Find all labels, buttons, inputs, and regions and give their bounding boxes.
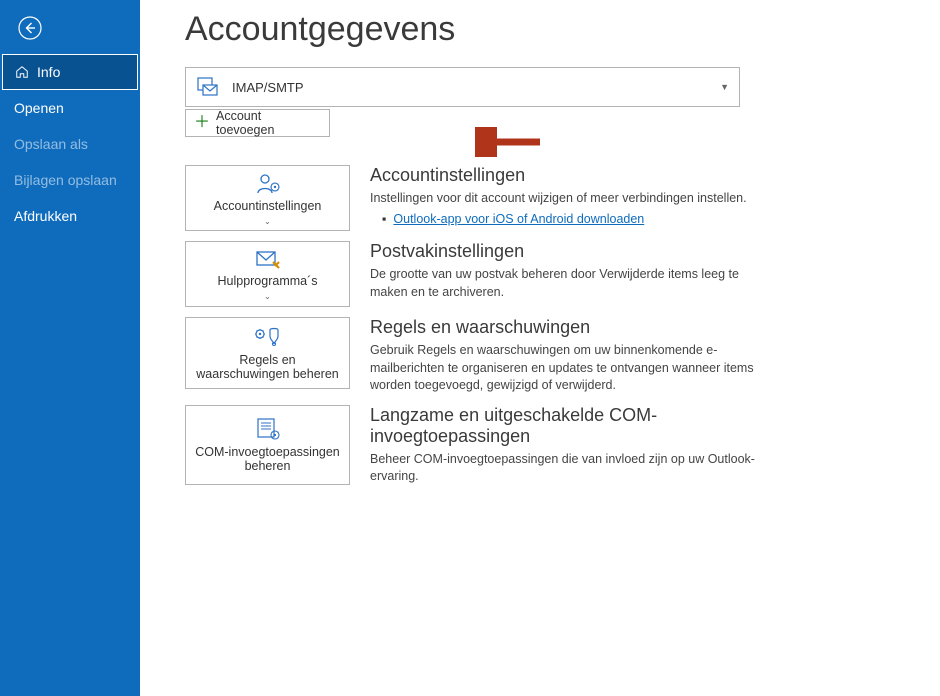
add-account-label: Account toevoegen [216,109,321,137]
mailbox-settings-desc: De grootte van uw postvak beheren door V… [370,266,755,301]
com-addins-card-label: COM-invoegtoepassingen beheren [192,445,343,473]
account-settings-desc: Instellingen voor dit account wijzigen o… [370,190,755,208]
annotation-arrow-icon [475,127,545,157]
mailbox-tools-card[interactable]: Hulpprogramma´s ⌄ [185,241,350,307]
chevron-down-icon: ▼ [720,82,729,92]
rules-card-label: Regels en waarschuwingen beheren [192,353,343,381]
rules-icon [254,325,282,349]
account-dropdown[interactable]: IMAP/SMTP ▼ [185,67,740,107]
rules-card[interactable]: Regels en waarschuwingen beheren [185,317,350,389]
nav-save-attachments-label: Bijlagen opslaan [14,172,117,188]
account-settings-card[interactable]: Accountinstellingen ⌄ [185,165,350,231]
section-body: Regels en waarschuwingen Gebruik Regels … [370,317,755,395]
account-protocol-label: IMAP/SMTP [232,80,304,95]
com-addins-title: Langzame en uitgeschakelde COM-invoegtoe… [370,405,755,447]
com-addins-card[interactable]: COM-invoegtoepassingen beheren [185,405,350,485]
nav-save-as-label: Opslaan als [14,136,88,152]
page-title: Accountgegevens [185,10,940,49]
chevron-down-icon: ⌄ [264,217,271,226]
nav-save-attachments: Bijlagen opslaan [0,162,140,198]
home-icon [15,65,29,79]
account-settings-card-label: Accountinstellingen [214,199,322,213]
rules-title: Regels en waarschuwingen [370,317,755,338]
account-settings-icon [255,171,281,195]
sidebar: Info Openen Opslaan als Bijlagen opslaan… [0,0,140,696]
plus-icon: ＋ [194,115,210,131]
nav-open[interactable]: Openen [0,90,140,126]
section-body: Accountinstellingen Instellingen voor di… [370,165,755,231]
nav-info[interactable]: Info [2,54,138,90]
mailbox-tools-icon [255,248,281,270]
section-mailbox-settings: Hulpprogramma´s ⌄ Postvakinstellingen De… [185,241,755,307]
mailbox-settings-title: Postvakinstellingen [370,241,755,262]
nav-print-label: Afdrukken [14,208,77,224]
section-body: Postvakinstellingen De grootte van uw po… [370,241,755,307]
back-button[interactable] [10,8,50,48]
section-rules: Regels en waarschuwingen beheren Regels … [185,317,755,395]
email-account-icon [196,75,220,99]
nav-save-as: Opslaan als [0,126,140,162]
account-settings-title: Accountinstellingen [370,165,755,186]
nav-info-label: Info [37,64,60,80]
mailbox-tools-card-label: Hulpprogramma´s [217,274,317,288]
com-addins-icon [255,417,281,441]
content-panel: Accountgegevens IMAP/SMTP ▼ ＋ Account to… [140,0,940,696]
rules-desc: Gebruik Regels en waarschuwingen om uw b… [370,342,755,395]
outlook-app-link[interactable]: Outlook-app voor iOS of Android download… [393,212,644,226]
nav-print[interactable]: Afdrukken [0,198,140,234]
add-account-button[interactable]: ＋ Account toevoegen [185,109,330,137]
nav-open-label: Openen [14,100,64,116]
section-account-settings: Accountinstellingen ⌄ Accountinstellinge… [185,165,755,231]
chevron-down-icon: ⌄ [264,292,271,301]
back-arrow-icon [18,16,42,40]
section-body: Langzame en uitgeschakelde COM-invoegtoe… [370,405,755,486]
com-addins-desc: Beheer COM-invoegtoepassingen die van in… [370,451,755,486]
bullet-icon: ▪ [382,212,386,226]
section-com-addins: COM-invoegtoepassingen beheren Langzame … [185,405,755,486]
